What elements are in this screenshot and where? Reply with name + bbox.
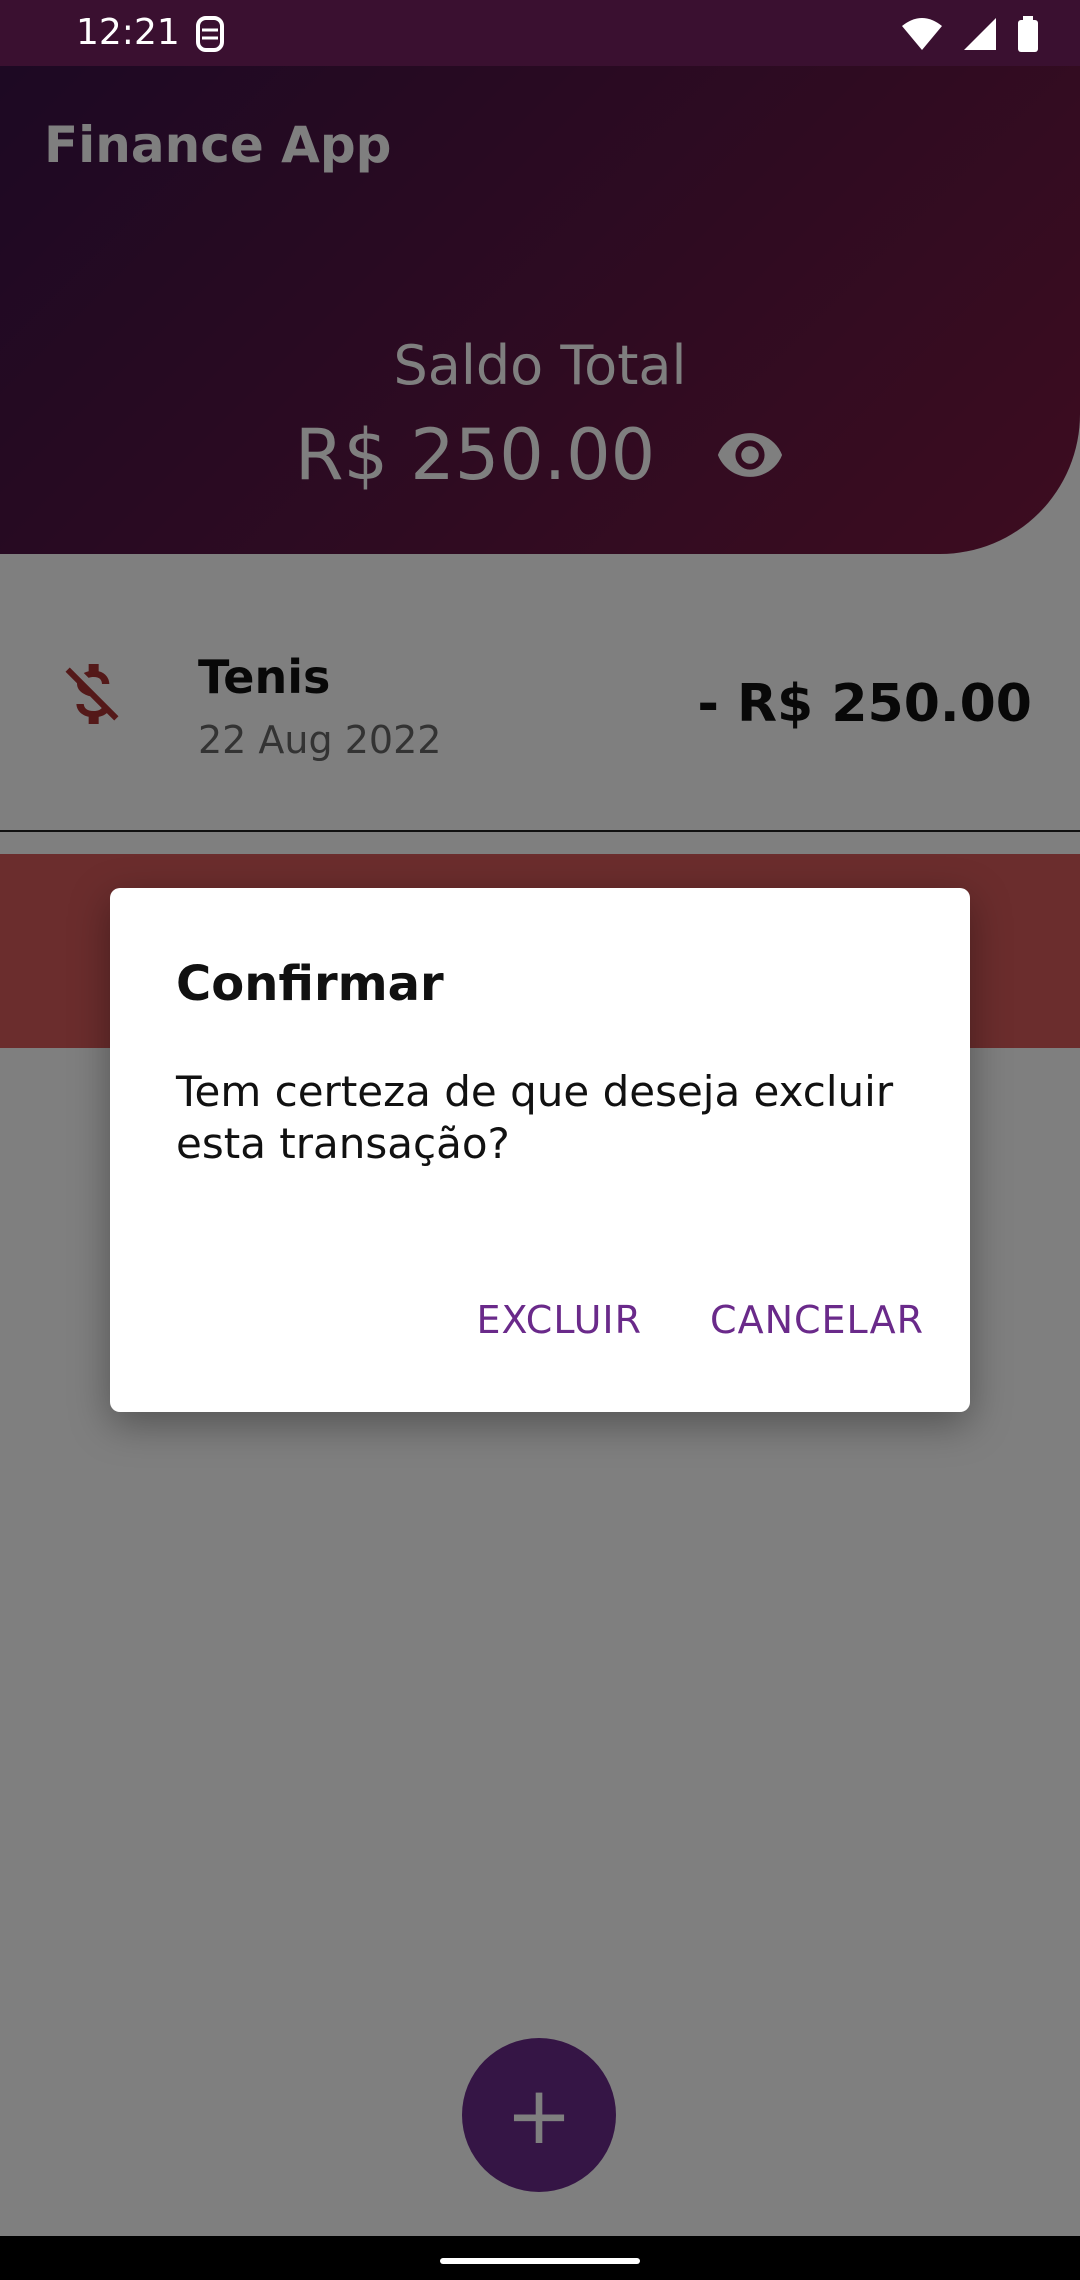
wifi-icon	[900, 16, 944, 56]
signal-icon	[962, 16, 998, 56]
home-handle[interactable]	[440, 2258, 640, 2264]
confirm-delete-button[interactable]: EXCLUIR	[477, 1298, 643, 1342]
navigation-bar	[0, 2236, 1080, 2280]
dialog-title: Confirmar	[176, 956, 444, 1012]
confirm-dialog: Confirmar Tem certeza de que deseja excl…	[110, 888, 970, 1412]
cancel-button[interactable]: CANCELAR	[710, 1298, 924, 1342]
status-time: 12:21	[76, 12, 180, 53]
dialog-message: Tem certeza de que deseja excluir esta t…	[176, 1067, 894, 1168]
battery-icon	[1016, 16, 1040, 56]
status-bar: 12:21	[0, 0, 1080, 66]
dialog-actions: EXCLUIR CANCELAR	[477, 1298, 924, 1342]
sim-icon	[192, 14, 228, 58]
